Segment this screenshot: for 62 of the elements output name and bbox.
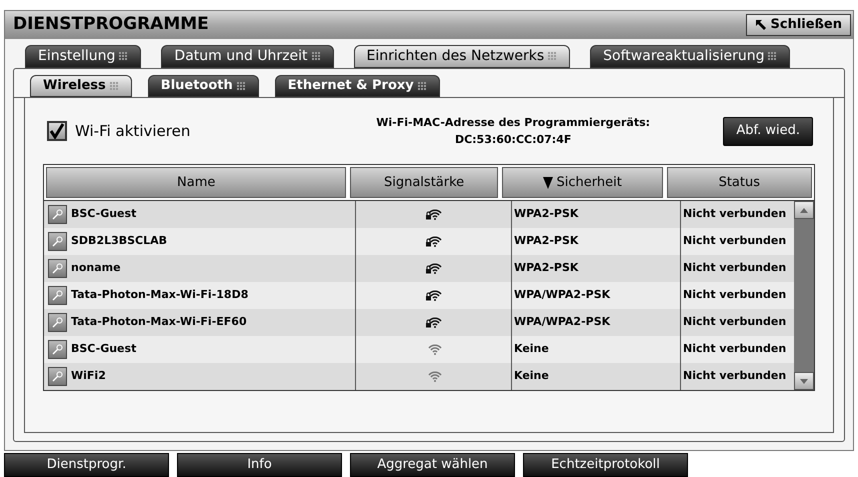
checkbox[interactable] [47, 121, 67, 141]
nav-button[interactable]: Info [177, 453, 342, 477]
column-header[interactable]: Status [666, 167, 812, 198]
network-name: BSC-Guest [71, 206, 136, 222]
security-cell-text: WPA2-PSK [514, 206, 578, 222]
network-row[interactable]: WiFi2 Keine Nicht verbunden [44, 363, 794, 390]
security-cell-text: Keine [514, 341, 549, 358]
column-header[interactable]: Name [46, 167, 346, 198]
grip-icon [548, 52, 558, 61]
network-row[interactable]: noname WPA2-PSK Nicht verbunden [44, 255, 794, 282]
security-cell-text: WPA2-PSK [514, 233, 578, 250]
scrollbar[interactable] [794, 201, 814, 390]
network-row[interactable]: BSC-Guest Keine Nicht verbunden [44, 336, 794, 363]
nav-button[interactable]: Aggregat wählen [350, 453, 515, 477]
status-cell: Nicht verbunden [683, 369, 786, 382]
security-cell-text: WPA/WPA2-PSK [514, 287, 610, 304]
mac-label: Wi-Fi-MAC-Adresse des Programmiergeräts: [376, 115, 650, 131]
grip-icon [418, 82, 427, 90]
arrow-icon [754, 19, 767, 31]
tab[interactable]: Wireless [30, 75, 132, 97]
tab[interactable]: Bluetooth [148, 75, 259, 97]
network-name: Tata-Photon-Max-Wi-Fi-18D8 [71, 287, 248, 304]
nav-button[interactable]: Dienstprogr. [4, 453, 169, 477]
close-button[interactable]: Schließen [746, 14, 851, 36]
grip-icon [236, 82, 246, 90]
checkbox-label: Wi-Fi aktivieren [75, 120, 190, 142]
network-name: WiFi2 [71, 368, 106, 384]
column-header[interactable]: Signalstärke [350, 167, 498, 198]
tab[interactable]: Einstellung [25, 45, 142, 68]
network-row[interactable]: BSC-Guest WPA2-PSK Nicht verbunden [44, 201, 794, 228]
column-header[interactable]: Sicherheit [502, 167, 663, 198]
status-cell: Nicht verbunden [683, 234, 786, 248]
status-cell: Nicht verbunden [683, 342, 786, 356]
security-cell-text: WPA/WPA2-PSK [514, 314, 610, 330]
checkmark-icon [49, 123, 65, 139]
mac-address: DC:53:60:CC:07:4F [454, 132, 572, 148]
grip-icon [768, 52, 778, 61]
network-name: Tata-Photon-Max-Wi-Fi-EF60 [71, 314, 247, 330]
network-row[interactable]: Tata-Photon-Max-Wi-Fi-EF60 WPA/WPA2-PSK Nicht verbunden [44, 309, 794, 336]
tab[interactable]: Softwareaktualisierung [590, 45, 790, 68]
status-cell: Nicht verbunden [683, 315, 786, 328]
grip-icon [110, 82, 119, 90]
network-row[interactable]: Tata-Photon-Max-Wi-Fi-18D8 WPA/WPA2-PSK Nicht verbunden [44, 282, 794, 309]
security-cell-text: Keine [514, 368, 549, 384]
status-cell: Nicht verbunden [683, 207, 786, 220]
nav-button[interactable]: Echtzeitprotokoll [523, 453, 688, 477]
tab[interactable]: Datum und Uhrzeit [161, 45, 334, 68]
tab[interactable]: Ethernet & Proxy [274, 75, 440, 97]
scroll-down-icon[interactable] [794, 372, 814, 390]
network-row[interactable]: SDB2L3BSCLAB WPA2-PSK Nicht verbunden [44, 228, 794, 255]
network-name: BSC-Guest [71, 341, 136, 358]
status-cell: Nicht verbunden [683, 288, 786, 302]
tab[interactable]: Einrichten des Netzwerks [354, 45, 570, 68]
status-cell: Nicht verbunden [683, 261, 786, 274]
security-cell-text: WPA2-PSK [514, 260, 578, 276]
scroll-up-icon[interactable] [794, 201, 814, 219]
rescan-button[interactable]: Abf. wied. [723, 116, 813, 146]
network-name: SDB2L3BSCLAB [71, 233, 168, 250]
grip-icon [119, 52, 128, 61]
window-title: DIENSTPROGRAMME [13, 13, 209, 36]
network-name: noname [71, 260, 121, 276]
grip-icon [312, 52, 321, 61]
